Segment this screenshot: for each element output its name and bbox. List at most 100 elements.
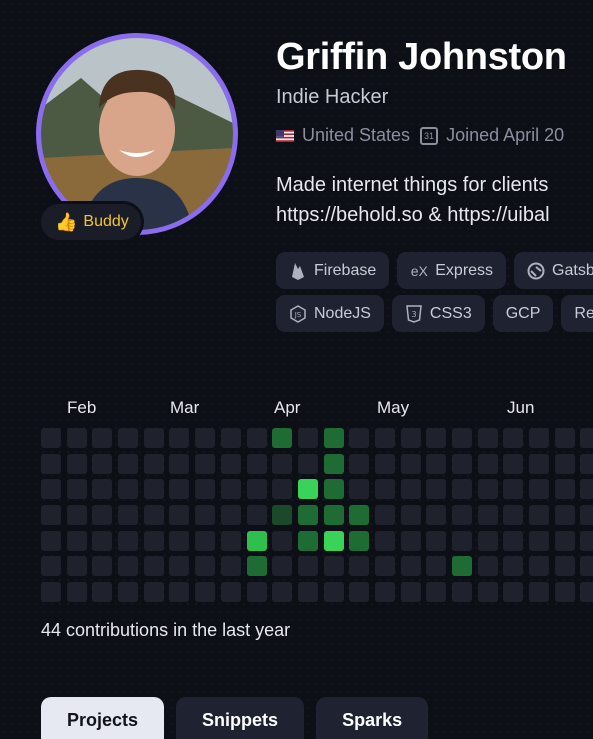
heatmap-cell[interactable] [220, 453, 241, 474]
heatmap-cell[interactable] [92, 530, 113, 551]
heatmap-cell[interactable] [503, 428, 524, 448]
heatmap-cell[interactable] [426, 479, 447, 500]
heatmap-cell[interactable] [195, 479, 216, 500]
heatmap-cell[interactable] [374, 582, 395, 603]
heatmap-cell[interactable] [374, 453, 395, 474]
heatmap-cell[interactable] [169, 505, 190, 526]
buddy-badge[interactable]: 👍 Buddy [41, 204, 141, 240]
heatmap-cell[interactable] [554, 505, 575, 526]
heatmap-cell[interactable] [580, 479, 593, 500]
heatmap-cell[interactable] [374, 479, 395, 500]
heatmap-cell[interactable] [195, 556, 216, 577]
heatmap-cell[interactable] [452, 453, 472, 474]
heatmap-cell[interactable] [503, 530, 524, 551]
heatmap-cell[interactable] [349, 582, 370, 603]
heatmap-cell[interactable] [580, 505, 593, 526]
heatmap-cell[interactable] [349, 453, 370, 474]
heatmap-cell[interactable] [118, 479, 139, 500]
heatmap-cell[interactable] [529, 505, 550, 526]
heatmap-cell[interactable] [452, 479, 472, 500]
tag-gcp[interactable]: GCP [492, 295, 554, 332]
heatmap-cell[interactable] [400, 505, 421, 526]
heatmap-cell[interactable] [143, 453, 164, 474]
heatmap-cell[interactable] [349, 479, 370, 500]
heatmap-cell[interactable] [297, 582, 318, 603]
heatmap-cell[interactable] [246, 582, 267, 603]
heatmap-cell[interactable] [426, 505, 447, 526]
heatmap-cell[interactable] [554, 479, 575, 500]
heatmap-cell[interactable] [323, 505, 344, 526]
heatmap-cell[interactable] [195, 428, 216, 448]
tab-projects[interactable]: Projects [41, 697, 165, 739]
heatmap-cell[interactable] [66, 530, 87, 551]
heatmap-cell[interactable] [452, 556, 472, 577]
heatmap-cell[interactable] [272, 505, 293, 526]
heatmap-cell[interactable] [529, 556, 550, 577]
heatmap-cell[interactable] [143, 582, 164, 603]
heatmap-cell[interactable] [169, 453, 190, 474]
heatmap-cell[interactable] [349, 505, 370, 526]
heatmap-cell[interactable] [41, 530, 61, 551]
heatmap-cell[interactable] [92, 556, 113, 577]
heatmap-cell[interactable] [323, 530, 344, 551]
heatmap-cell[interactable] [554, 453, 575, 474]
heatmap-cell[interactable] [41, 428, 61, 448]
heatmap-cell[interactable] [374, 428, 395, 448]
heatmap-cell[interactable] [426, 582, 447, 603]
bio-link[interactable]: https://behold.so & https://uibal [276, 200, 550, 230]
heatmap-cell[interactable] [400, 479, 421, 500]
heatmap-cell[interactable] [452, 582, 472, 603]
heatmap-cell[interactable] [400, 453, 421, 474]
heatmap-cell[interactable] [529, 479, 550, 500]
heatmap-cell[interactable] [66, 556, 87, 577]
heatmap-cell[interactable] [220, 530, 241, 551]
heatmap-cell[interactable] [374, 505, 395, 526]
heatmap-cell[interactable] [143, 479, 164, 500]
heatmap-cell[interactable] [169, 428, 190, 448]
heatmap-cell[interactable] [41, 505, 61, 526]
heatmap-cell[interactable] [503, 479, 524, 500]
heatmap-cell[interactable] [195, 505, 216, 526]
heatmap-cell[interactable] [349, 530, 370, 551]
heatmap-cell[interactable] [92, 479, 113, 500]
heatmap-cell[interactable] [426, 530, 447, 551]
heatmap-cell[interactable] [374, 530, 395, 551]
heatmap-cell[interactable] [554, 582, 575, 603]
heatmap-cell[interactable] [272, 428, 293, 448]
heatmap-cell[interactable] [272, 479, 293, 500]
heatmap-cell[interactable] [220, 428, 241, 448]
heatmap-cell[interactable] [477, 556, 498, 577]
heatmap-cell[interactable] [400, 530, 421, 551]
heatmap-cell[interactable] [195, 582, 216, 603]
heatmap-cell[interactable] [41, 556, 61, 577]
heatmap-cell[interactable] [297, 530, 318, 551]
heatmap-cell[interactable] [452, 505, 472, 526]
tag-firebase[interactable]: Firebase [276, 252, 390, 289]
heatmap-cell[interactable] [169, 582, 190, 603]
heatmap-cell[interactable] [400, 428, 421, 448]
heatmap-cell[interactable] [349, 556, 370, 577]
heatmap-cell[interactable] [169, 556, 190, 577]
heatmap-cell[interactable] [580, 453, 593, 474]
heatmap-cell[interactable] [143, 505, 164, 526]
heatmap-cell[interactable] [143, 556, 164, 577]
heatmap-cell[interactable] [529, 582, 550, 603]
heatmap-cell[interactable] [92, 505, 113, 526]
heatmap-cell[interactable] [195, 530, 216, 551]
heatmap-cell[interactable] [349, 428, 370, 448]
heatmap-cell[interactable] [41, 479, 61, 500]
heatmap-cell[interactable] [118, 428, 139, 448]
heatmap-cell[interactable] [374, 556, 395, 577]
heatmap-cell[interactable] [477, 479, 498, 500]
heatmap-cell[interactable] [143, 530, 164, 551]
heatmap-cell[interactable] [92, 453, 113, 474]
heatmap-cell[interactable] [220, 556, 241, 577]
heatmap-cell[interactable] [477, 453, 498, 474]
heatmap-cell[interactable] [503, 582, 524, 603]
heatmap-cell[interactable] [323, 556, 344, 577]
heatmap-cell[interactable] [477, 428, 498, 448]
tag-nodejs[interactable]: JS NodeJS [276, 295, 384, 332]
heatmap-cell[interactable] [297, 453, 318, 474]
heatmap-cell[interactable] [66, 582, 87, 603]
heatmap-cell[interactable] [529, 428, 550, 448]
